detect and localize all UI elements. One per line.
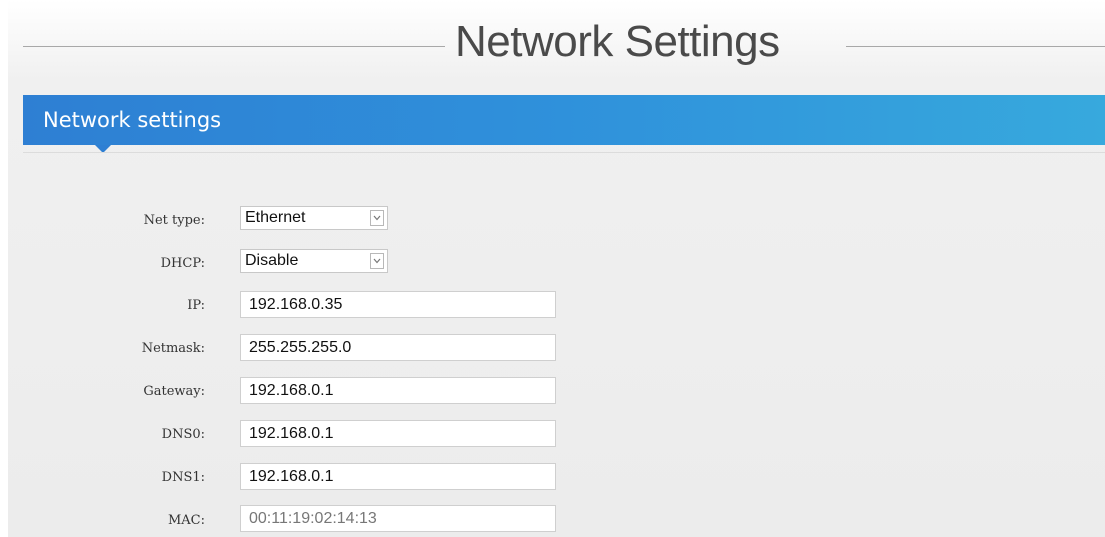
chevron-down-icon[interactable] [370,210,384,226]
dns1-label: DNS1: [161,470,205,485]
mac-field [240,505,556,532]
dhcp-selected-value: Disable [245,252,299,269]
mac-label: MAC: [167,513,205,528]
ip-field[interactable] [240,291,556,318]
dns0-field[interactable] [240,420,556,447]
net-type-label: Net type: [143,213,205,228]
dhcp-label: DHCP: [160,256,205,271]
net-type-select[interactable]: Ethernet [240,206,388,230]
settings-page: Network Settings Network settings Net ty… [8,0,1105,537]
netmask-label: Netmask: [141,341,205,356]
chevron-down-icon[interactable] [370,253,384,269]
dns0-label: DNS0: [161,427,205,442]
ip-label: IP: [187,298,205,313]
network-settings-form: Net type: Ethernet DHCP: Disable IP: Net… [8,0,1105,537]
gateway-label: Gateway: [143,384,205,399]
gateway-field[interactable] [240,377,556,404]
dhcp-select[interactable]: Disable [240,249,388,273]
netmask-field[interactable] [240,334,556,361]
dns1-field[interactable] [240,463,556,490]
net-type-selected-value: Ethernet [245,209,306,226]
